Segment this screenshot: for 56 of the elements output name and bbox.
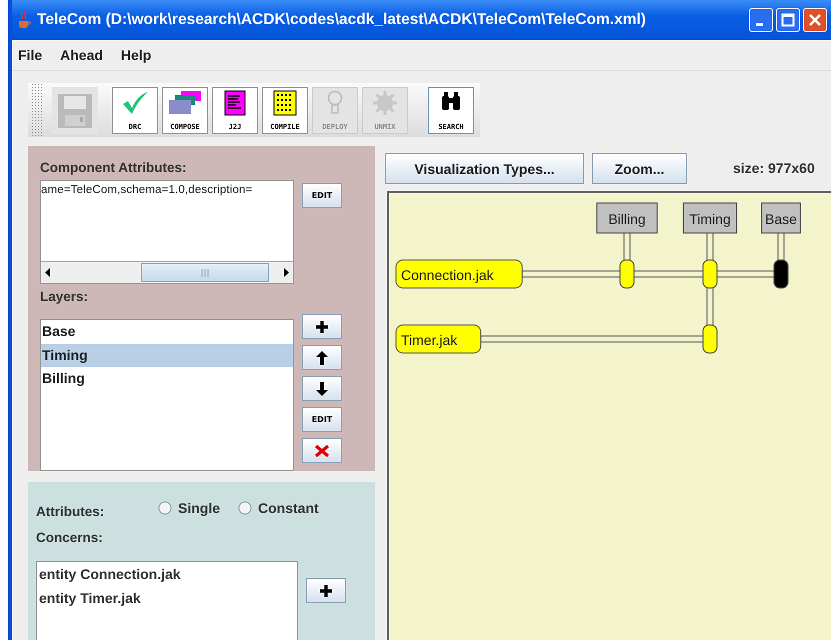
join-knob[interactable] xyxy=(702,260,718,288)
gear-icon xyxy=(372,90,398,116)
size-label: size: 977x60 xyxy=(733,160,815,176)
menu-item[interactable]: Help xyxy=(120,47,152,63)
plus-icon xyxy=(316,320,328,332)
stacked-cards-icon xyxy=(167,90,203,116)
feature-node[interactable]: Connection.jak xyxy=(396,260,523,288)
close-icon xyxy=(808,13,822,27)
section-label: Component Attributes: xyxy=(40,160,188,175)
toolbar-button[interactable]: Zoom... xyxy=(592,153,687,184)
list-item[interactable]: Billing xyxy=(41,367,293,390)
section-label: Concerns: xyxy=(36,530,104,545)
cross-icon xyxy=(315,444,329,456)
plus-icon xyxy=(320,584,332,596)
window-title: TeleCom (D:\work\research\ACDK\codes\acdk_latest\ACDK\TeleCom\TeleCom.xml) xyxy=(37,11,647,29)
maximize-button[interactable] xyxy=(776,8,800,32)
layer-node[interactable]: Timing xyxy=(682,202,738,234)
move-down-button[interactable] xyxy=(302,376,342,401)
radio-button[interactable]: Single xyxy=(158,500,220,516)
horizontal-scrollbar[interactable] xyxy=(41,261,293,283)
up-arrow-icon xyxy=(316,350,328,364)
delete-button[interactable] xyxy=(302,438,342,463)
list-item[interactable]: entity Timer.jak xyxy=(39,590,297,614)
toolbar-button[interactable]: Visualization Types... xyxy=(385,153,584,184)
section-label: Layers: xyxy=(40,289,90,304)
join-knob[interactable] xyxy=(774,260,788,288)
close-button[interactable] xyxy=(803,8,827,32)
move-up-button[interactable] xyxy=(302,345,342,370)
radio-button[interactable]: Constant xyxy=(238,500,319,516)
down-arrow-icon xyxy=(316,382,328,396)
add-button[interactable] xyxy=(306,578,346,603)
attributes-text-area[interactable]: ame=TeleCom,schema=1.0,description= xyxy=(40,180,294,284)
edit-button[interactable]: EDIT xyxy=(302,183,342,208)
feature-node[interactable]: Timer.jak xyxy=(396,324,482,354)
join-knob[interactable] xyxy=(702,324,718,354)
minimize-icon xyxy=(756,23,762,26)
menu-item[interactable]: Ahead xyxy=(60,47,103,63)
add-button[interactable] xyxy=(302,314,342,339)
binary-icon xyxy=(273,90,297,116)
grip-icon xyxy=(201,268,209,276)
coffee-cup-icon xyxy=(16,11,32,29)
join-knob[interactable] xyxy=(620,260,634,288)
maximize-icon xyxy=(781,13,795,27)
list-item[interactable]: entity Connection.jak xyxy=(39,566,297,590)
list-item[interactable]: Timing xyxy=(41,344,293,367)
document-icon xyxy=(224,90,246,116)
menu-item[interactable]: File xyxy=(18,47,42,63)
layer-node[interactable]: Base xyxy=(761,202,801,234)
minimize-button[interactable] xyxy=(749,8,773,32)
lightbulb-icon xyxy=(326,90,344,116)
binoculars-icon xyxy=(440,90,462,112)
checkmark-icon xyxy=(121,90,149,116)
list-item[interactable]: Base xyxy=(41,320,293,344)
section-label: Attributes: xyxy=(36,503,106,519)
edit-button[interactable]: EDIT xyxy=(302,407,342,432)
layer-node[interactable]: Billing xyxy=(596,202,658,234)
